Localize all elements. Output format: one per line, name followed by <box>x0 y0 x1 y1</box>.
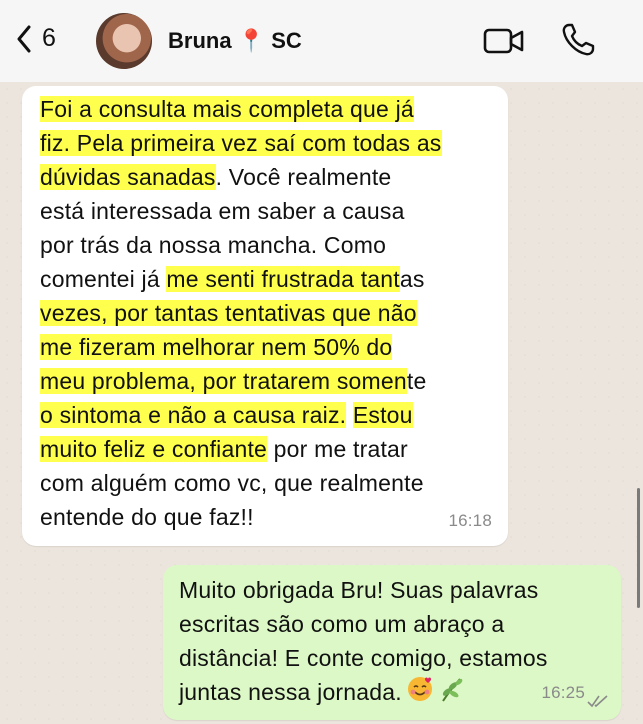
phone-icon[interactable] <box>560 22 596 58</box>
message-text-segment: está interessada em saber a causa <box>40 198 405 224</box>
back-button[interactable]: 6 <box>16 24 56 53</box>
message-line: com alguém como vc, que realmente <box>40 466 492 500</box>
incoming-message[interactable]: Foi a consulta mais completa que já fiz. … <box>22 86 508 546</box>
message-text-segment: escritas são como um abraço a <box>179 611 505 637</box>
pin-icon: 📍 <box>237 28 266 53</box>
highlighted-text: o sintoma e não a causa raiz. <box>40 402 347 428</box>
contact-name-text: Bruna <box>168 28 232 53</box>
message-text-segment: Muito obrigada Bru! Suas palavras <box>179 577 539 603</box>
scrollbar[interactable] <box>637 488 640 608</box>
message-line: comentei já me senti frustrada tantas <box>40 262 492 296</box>
message-text-segment: por me tratar <box>267 436 408 462</box>
message-line: por trás da nossa mancha. Como <box>40 228 492 262</box>
message-line: meu problema, por tratarem somente <box>40 364 492 398</box>
message-text-segment: te <box>406 368 427 394</box>
message-text-segment: por trás da nossa mancha. Como <box>40 232 387 258</box>
message-text-segment: distância! E conte comigo, estamos <box>179 645 548 671</box>
unread-count: 6 <box>42 24 56 52</box>
highlighted-text: meu problema, por tratarem somen <box>40 368 407 394</box>
chat-header: 6 Bruna 📍 SC <box>0 0 643 82</box>
message-time: 16:18 <box>448 511 492 530</box>
message-line: dúvidas sanadas. Você realmente <box>40 160 492 194</box>
message-text-segment: comentei já <box>40 266 167 292</box>
message-line: escritas são como um abraço a <box>179 607 607 641</box>
message-line: muito feliz e confiante por me tratar <box>40 432 492 466</box>
highlighted-text: Foi a consulta mais completa que já <box>40 96 414 122</box>
outgoing-message[interactable]: Muito obrigada Bru! Suas palavras escrita… <box>163 565 621 720</box>
herb-icon <box>438 675 464 712</box>
message-line: me fizeram melhorar nem 50% do <box>40 330 492 364</box>
message-text-segment: juntas nessa jornada. <box>179 679 402 705</box>
double-check-icon <box>587 695 608 708</box>
message-text-segment: as <box>399 266 425 292</box>
message-time: 16:25 <box>541 683 585 702</box>
highlighted-text: muito feliz e confiante <box>40 436 268 462</box>
message-line: Muito obrigada Bru! Suas palavras <box>179 573 607 607</box>
message-line: fiz. Pela primeira vez saí com todas as <box>40 126 492 160</box>
message-text-segment: com alguém como vc, que realmente <box>40 470 424 496</box>
contact-name[interactable]: Bruna 📍 SC <box>168 28 302 54</box>
message-line: o sintoma e não a causa raiz. Estou <box>40 398 492 432</box>
message-line: está interessada em saber a causa <box>40 194 492 228</box>
message-line: distância! E conte comigo, estamos <box>179 641 607 675</box>
highlighted-text: fiz. Pela primeira vez saí com todas as <box>40 130 442 156</box>
highlighted-text: Estou <box>352 402 413 428</box>
video-camera-icon[interactable] <box>483 26 525 56</box>
message-text-segment <box>346 402 353 428</box>
message-text: Foi a consulta mais completa que já fiz. … <box>40 92 492 534</box>
message-line: Foi a consulta mais completa que já <box>40 92 492 126</box>
contact-location: SC <box>271 28 302 53</box>
message-line: vezes, por tantas tentativas que não <box>40 296 492 330</box>
message-line: entende do que faz!! <box>40 500 492 534</box>
highlighted-text: dúvidas sanadas <box>40 164 216 190</box>
highlighted-text: me senti frustrada tant <box>166 266 400 292</box>
message-text-segment: . Você realmente <box>215 164 392 190</box>
avatar[interactable] <box>96 13 152 69</box>
highlighted-text: vezes, por tantas tentativas que não <box>40 300 417 326</box>
highlighted-text: me fizeram melhorar nem 50% do <box>40 334 393 360</box>
smiling-face-with-hearts-icon <box>406 675 434 712</box>
message-text-segment: entende do que faz!! <box>40 504 254 530</box>
chevron-left-icon <box>17 25 31 52</box>
